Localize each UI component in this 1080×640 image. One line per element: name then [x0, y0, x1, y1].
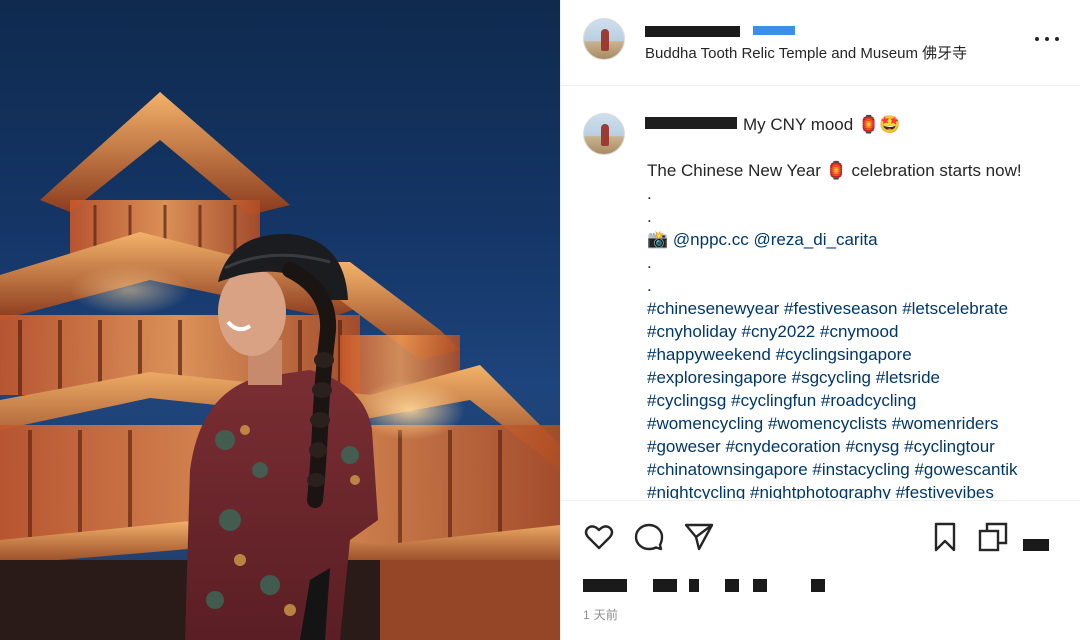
hashtag-link[interactable]: #cnymood	[820, 322, 898, 341]
hashtag-link[interactable]: #chinesenewyear	[647, 299, 779, 318]
post-header: Buddha Tooth Relic Temple and Museum 佛牙寺	[561, 0, 1080, 86]
caption-area: My CNY mood 🏮🤩 The Chinese New Year 🏮 ce…	[561, 87, 1080, 499]
hashtag-link[interactable]: #nightphotography	[750, 483, 891, 499]
caption-dot: .	[647, 276, 652, 295]
bookmark-icon[interactable]	[929, 521, 961, 553]
caption-line: The Chinese New Year 🏮 celebration start…	[647, 161, 1022, 180]
likes-redacted	[689, 579, 699, 592]
overflow-redacted	[1023, 539, 1049, 551]
caption-dot: .	[647, 184, 652, 203]
comment-icon[interactable]	[633, 521, 665, 553]
heart-icon[interactable]	[583, 521, 615, 553]
hashtag-link[interactable]: #exploresingapore	[647, 368, 787, 387]
post-detail-panel: Buddha Tooth Relic Temple and Museum 佛牙寺…	[560, 0, 1080, 640]
caption-dot: .	[647, 253, 652, 272]
hashtag-link[interactable]: #cnysg	[846, 437, 900, 456]
copy-icon[interactable]	[977, 521, 1009, 553]
hashtag-link[interactable]: #cnydecoration	[725, 437, 840, 456]
hashtag-link[interactable]: #chinatownsingapore	[647, 460, 808, 479]
hashtag-link[interactable]: #goweser	[647, 437, 721, 456]
caption-username-redacted[interactable]	[645, 117, 737, 129]
post-location[interactable]: Buddha Tooth Relic Temple and Museum 佛牙寺	[645, 42, 967, 63]
hashtag-line: #chinesenewyear #festiveseason #letscele…	[647, 297, 1077, 320]
caption-title: My CNY mood 🏮🤩	[743, 115, 901, 134]
hashtag-link[interactable]: #instacycling	[812, 460, 909, 479]
username-redacted[interactable]	[645, 26, 740, 37]
likes-redacted	[725, 579, 739, 592]
hashtag-list: #chinesenewyear #festiveseason #letscele…	[647, 297, 1077, 499]
credits-line: 📸 @nppc.cc @reza_di_carita	[647, 228, 1077, 251]
hashtag-link[interactable]: #cnyholiday	[647, 322, 737, 341]
hashtag-link[interactable]: #nightcycling	[647, 483, 745, 499]
hashtag-link[interactable]: #festivevibes	[896, 483, 994, 499]
hashtag-link[interactable]: #festiveseason	[784, 299, 897, 318]
hashtag-line: #cyclingsg #cyclingfun #roadcycling	[647, 389, 1077, 412]
hashtag-link[interactable]: #cyclingsingapore	[776, 345, 912, 364]
hashtag-link[interactable]: #womencycling	[647, 414, 763, 433]
caption-header: My CNY mood 🏮🤩	[645, 115, 900, 135]
hashtag-line: #exploresingapore #sgcycling #letsride	[647, 366, 1077, 389]
hashtag-line: #cnyholiday #cny2022 #cnymood	[647, 320, 1077, 343]
caption-body: The Chinese New Year 🏮 celebration start…	[647, 159, 1077, 499]
post-photo[interactable]	[0, 0, 560, 640]
hashtag-link[interactable]: #letscelebrate	[902, 299, 1008, 318]
hashtag-link[interactable]: #cny2022	[742, 322, 816, 341]
hashtag-line: #happyweekend #cyclingsingapore	[647, 343, 1077, 366]
hashtag-line: #goweser #cnydecoration #cnysg #cyclingt…	[647, 435, 1077, 458]
hashtag-link[interactable]: #cyclingsg	[647, 391, 726, 410]
temple-cyclist-image	[0, 92, 560, 640]
action-bar: 1 天前	[561, 500, 1080, 640]
likes-redacted	[811, 579, 825, 592]
hashtag-link[interactable]: #gowescantik	[914, 460, 1017, 479]
hashtag-link[interactable]: #womencyclists	[768, 414, 887, 433]
hashtag-link[interactable]: #happyweekend	[647, 345, 771, 364]
likes-redacted[interactable]	[583, 579, 627, 592]
mention-link[interactable]: @reza_di_carita	[754, 230, 878, 249]
likes-redacted	[753, 579, 767, 592]
likes-redacted	[653, 579, 677, 592]
hashtag-link[interactable]: #roadcycling	[821, 391, 916, 410]
hashtag-line: #nightcycling #nightphotography #festive…	[647, 481, 1077, 499]
verified-badge-redacted	[753, 26, 795, 35]
author-avatar[interactable]	[583, 18, 625, 60]
hashtag-link[interactable]: #letsride	[876, 368, 940, 387]
paper-plane-icon[interactable]	[683, 521, 715, 553]
hashtag-link[interactable]: #sgcycling	[792, 368, 871, 387]
hashtag-link[interactable]: #cyclingfun	[731, 391, 816, 410]
post-time[interactable]: 1 天前	[583, 606, 618, 623]
camera-emoji: 📸	[647, 230, 669, 249]
hashtag-link[interactable]: #cyclingtour	[904, 437, 995, 456]
caption-author-avatar[interactable]	[583, 113, 625, 155]
hashtag-line: #womencycling #womencyclists #womenrider…	[647, 412, 1077, 435]
more-options-icon[interactable]	[1035, 34, 1059, 44]
mention-link[interactable]: @nppc.cc	[673, 230, 749, 249]
caption-dot: .	[647, 207, 652, 226]
hashtag-link[interactable]: #womenriders	[892, 414, 999, 433]
hashtag-line: #chinatownsingapore #instacycling #gowes…	[647, 458, 1077, 481]
